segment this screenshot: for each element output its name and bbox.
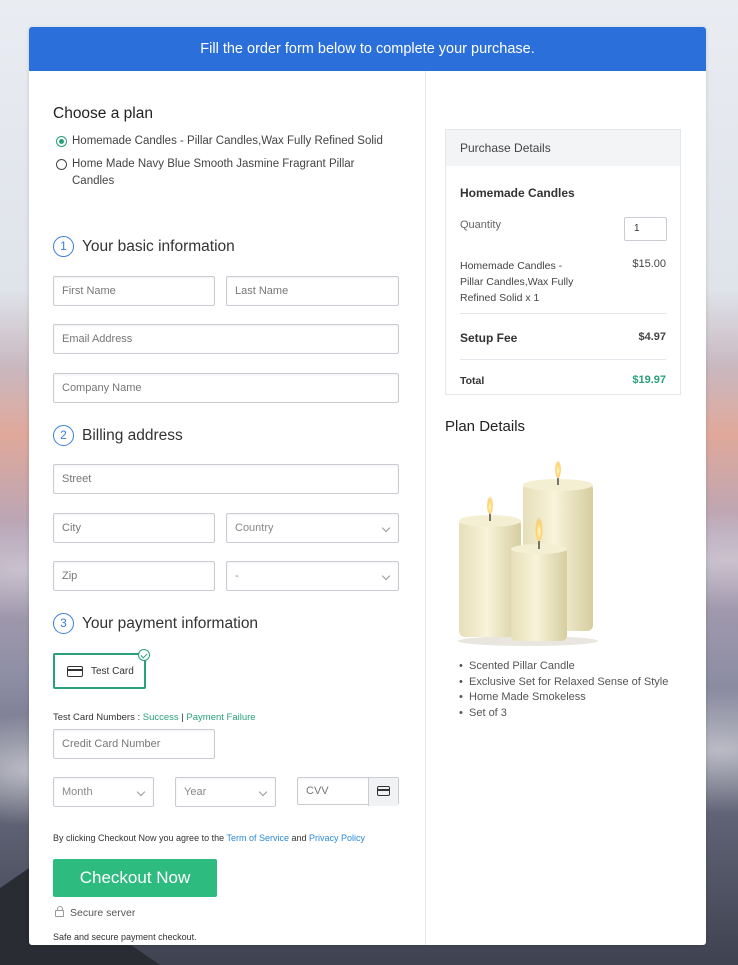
year-select[interactable]: Year [175, 777, 276, 807]
credit-card-icon [377, 786, 390, 796]
plan-details-heading: Plan Details [445, 418, 526, 435]
company-field[interactable]: Company Name [53, 373, 399, 403]
test-card-option[interactable]: Test Card [53, 649, 150, 689]
setup-fee-price: $4.97 [638, 331, 666, 343]
email-field[interactable]: Email Address [53, 324, 399, 354]
total-label: Total [460, 375, 485, 387]
form-column: Choose a plan Homemade Candles - Pillar … [53, 71, 399, 942]
step-number: 1 [53, 236, 74, 257]
list-item: Home Made Smokeless [459, 690, 669, 706]
privacy-policy-link[interactable]: Privacy Policy [309, 833, 365, 843]
line-item-description: Homemade Candles - Pillar Candles,Wax Fu… [460, 260, 574, 304]
payment-heading: 3 Your payment information [53, 613, 258, 634]
billing-heading: 2 Billing address [53, 425, 183, 446]
purchase-details-heading: Purchase Details [446, 130, 680, 166]
checkout-now-button[interactable]: Checkout Now [53, 859, 217, 897]
test-numbers-label: Test Card Numbers : [53, 712, 141, 723]
header-banner: Fill the order form below to complete yo… [29, 27, 706, 71]
terms-prefix: By clicking Checkout Now you agree to th… [53, 833, 225, 843]
last-name-field[interactable]: Last Name [226, 276, 399, 306]
plan-option-label: Homemade Candles - Pillar Candles,Wax Fu… [72, 135, 383, 147]
total-price: $19.97 [632, 374, 666, 386]
chevron-down-icon [381, 523, 391, 533]
street-field[interactable]: Street [53, 464, 399, 494]
city-field[interactable]: City [53, 513, 215, 543]
test-card-numbers: Test Card Numbers : Success | Payment Fa… [53, 712, 256, 723]
secure-server-text: Secure server [70, 907, 136, 919]
month-select[interactable]: Month [53, 777, 154, 807]
month-select-value: Month [62, 786, 93, 798]
secure-server-label: Secure server [55, 906, 136, 919]
zip-field[interactable]: Zip [53, 561, 215, 591]
candles-image [458, 460, 598, 646]
chevron-down-icon [258, 787, 268, 797]
step-number: 3 [53, 613, 74, 634]
payment-failure-link[interactable]: Payment Failure [186, 712, 255, 723]
quantity-label: Quantity [460, 219, 501, 231]
country-select-value: Country [235, 522, 274, 534]
country-select[interactable]: Country [226, 513, 399, 543]
setup-fee-label: Setup Fee [460, 331, 518, 345]
radio-selected-icon[interactable] [56, 136, 67, 147]
chevron-down-icon [381, 571, 391, 581]
state-select[interactable]: - [226, 561, 399, 591]
link-separator: | [181, 712, 184, 723]
secure-note: Safe and secure payment checkout. [53, 932, 197, 942]
credit-card-icon [67, 665, 83, 677]
card-number-field[interactable]: Credit Card Number [53, 729, 215, 759]
cvv-help-button[interactable] [368, 778, 398, 806]
plan-features-list: Scented Pillar Candle Exclusive Set for … [459, 659, 669, 722]
step-number: 2 [53, 425, 74, 446]
column-divider [425, 71, 426, 945]
section-title: Your basic information [82, 237, 235, 255]
quantity-input[interactable]: 1 [624, 217, 667, 241]
section-title: Billing address [82, 426, 183, 444]
plan-option-label: Home Made Navy Blue Smooth Jasmine Fragr… [72, 158, 355, 187]
separator [460, 313, 666, 314]
first-name-field[interactable]: First Name [53, 276, 215, 306]
success-link[interactable]: Success [143, 712, 179, 723]
plan-option-1[interactable]: Homemade Candles - Pillar Candles,Wax Fu… [53, 133, 399, 150]
cvv-placeholder: CVV [306, 785, 329, 797]
choose-plan-heading: Choose a plan [53, 105, 153, 122]
state-select-value: - [235, 570, 239, 582]
product-name: Homemade Candles [460, 186, 575, 200]
separator [460, 359, 666, 360]
terms-text: By clicking Checkout Now you agree to th… [53, 833, 365, 843]
order-form-card: Fill the order form below to complete yo… [29, 27, 706, 945]
basic-info-heading: 1 Your basic information [53, 236, 235, 257]
test-card-label: Test Card [91, 665, 134, 677]
section-title: Your payment information [82, 614, 259, 632]
cvv-field[interactable]: CVV [297, 777, 399, 806]
line-item-price: $15.00 [632, 258, 666, 270]
plan-option-2[interactable]: Home Made Navy Blue Smooth Jasmine Fragr… [53, 156, 373, 190]
radio-unselected-icon[interactable] [56, 159, 67, 170]
checkmark-icon [138, 649, 150, 661]
lock-icon [55, 906, 64, 917]
list-item: Set of 3 [459, 706, 669, 722]
purchase-details-box: Purchase Details Homemade Candles Quanti… [445, 129, 681, 395]
list-item: Exclusive Set for Relaxed Sense of Style [459, 675, 669, 691]
chevron-down-icon [136, 787, 146, 797]
terms-of-service-link[interactable]: Term of Service [226, 833, 289, 843]
terms-and: and [291, 833, 307, 843]
year-select-value: Year [184, 786, 207, 798]
list-item: Scented Pillar Candle [459, 659, 669, 675]
